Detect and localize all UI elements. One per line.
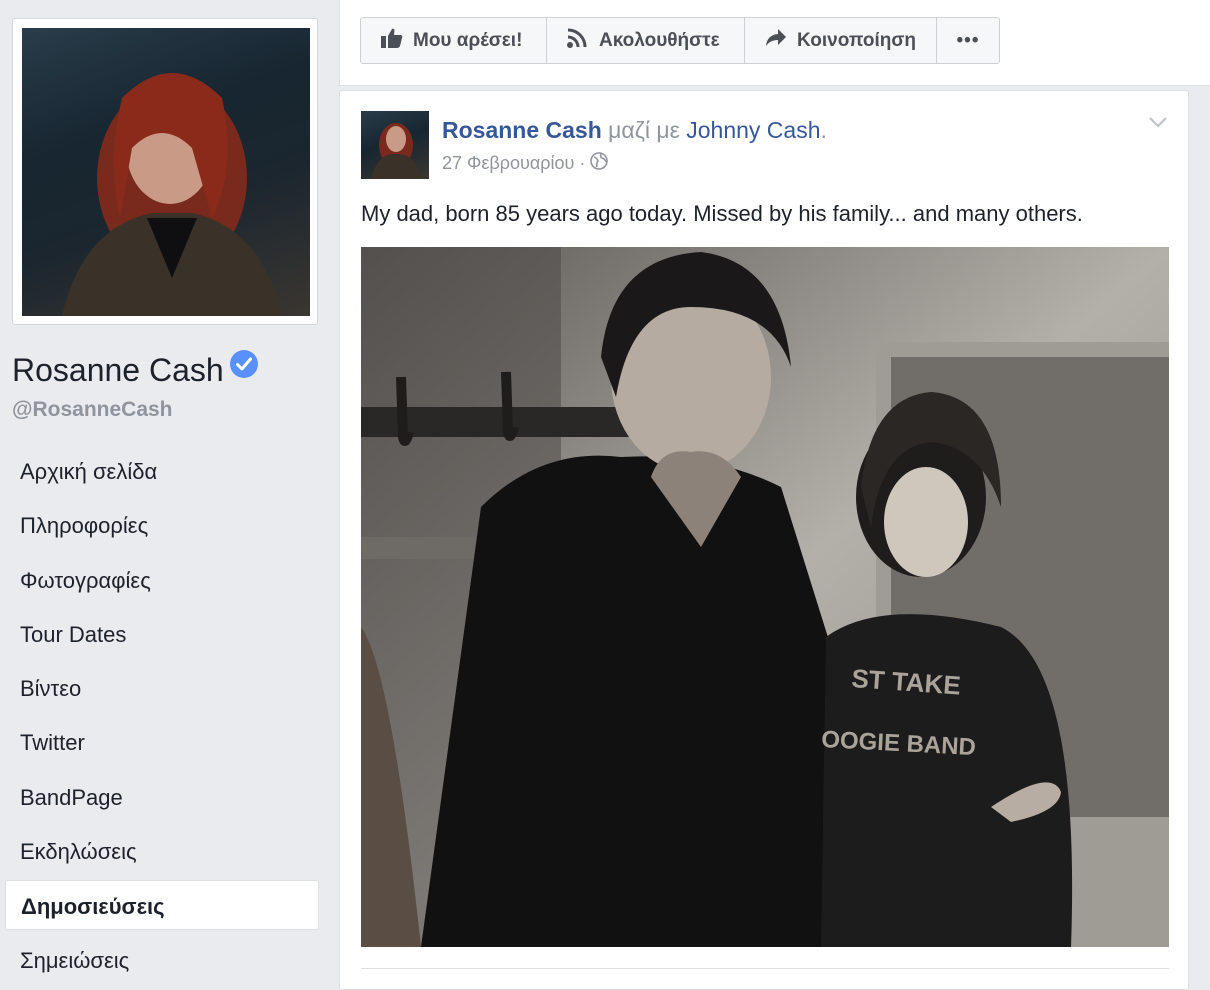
follow-label: Ακολουθήστε	[599, 29, 720, 51]
header-period: .	[820, 117, 827, 143]
globe-icon[interactable]	[590, 152, 609, 175]
page-title: Rosanne Cash	[12, 350, 258, 389]
profile-picture-frame[interactable]	[12, 18, 318, 325]
nav-item-events[interactable]: Εκδηλώσεις	[5, 826, 319, 876]
nav-item-tour-dates[interactable]: Tour Dates	[5, 609, 319, 659]
post-meta: 27 Φεβρουαρίου ·	[442, 152, 609, 175]
like-button[interactable]: Μου αρέσει!	[360, 17, 547, 64]
more-icon: •••	[956, 29, 980, 51]
page-action-bar: Μου αρέσει! Ακολουθήστε Κοινοποίηση •••	[339, 0, 1210, 86]
post-header: Rosanne Cash μαζί με Johnny Cash.	[442, 117, 827, 144]
post-author-avatar[interactable]	[361, 111, 429, 179]
tagged-person-link[interactable]: Johnny Cash	[686, 117, 820, 143]
meta-separator: ·	[579, 153, 586, 173]
with-text: μαζί με	[608, 117, 680, 143]
post-message: My dad, born 85 years ago today. Missed …	[361, 201, 1083, 226]
like-label: Μου αρέσει!	[413, 29, 523, 51]
verified-check-icon	[229, 350, 258, 378]
nav-item-about[interactable]: Πληροφορίες	[5, 500, 319, 550]
share-label: Κοινοποίηση	[797, 29, 916, 51]
post-timestamp[interactable]: 27 Φεβρουαρίου	[442, 153, 574, 174]
post-divider	[361, 968, 1169, 969]
nav-item-videos[interactable]: Βίντεο	[5, 663, 319, 713]
action-button-group: Μου αρέσει! Ακολουθήστε Κοινοποίηση •••	[360, 17, 1000, 64]
post-photo[interactable]: ST TAKE OOGIE BAND	[361, 247, 1169, 947]
left-column: Rosanne Cash @RosanneCash Αρχική σελίδα …	[0, 0, 338, 974]
thumbs-up-icon	[381, 28, 403, 54]
share-button[interactable]: Κοινοποίηση	[744, 17, 937, 64]
profile-picture[interactable]	[22, 28, 310, 316]
nav-item-notes[interactable]: Σημειώσεις	[5, 935, 319, 985]
page-nav: Αρχική σελίδα Πληροφορίες Φωτογραφίες To…	[5, 446, 319, 989]
post-card: Rosanne Cash μαζί με Johnny Cash. 27 Φεβ…	[339, 90, 1189, 990]
chevron-down-icon[interactable]	[1148, 115, 1168, 133]
page-handle[interactable]: @RosanneCash	[12, 398, 173, 422]
nav-item-photos[interactable]: Φωτογραφίες	[5, 555, 319, 605]
more-button[interactable]: •••	[936, 17, 1000, 64]
nav-item-bandpage[interactable]: BandPage	[5, 772, 319, 822]
rss-icon	[567, 28, 589, 54]
follow-button[interactable]: Ακολουθήστε	[546, 17, 745, 64]
post-author-link[interactable]: Rosanne Cash	[442, 117, 602, 143]
nav-item-posts[interactable]: Δημοσιεύσεις	[5, 880, 319, 931]
page-name: Rosanne Cash	[12, 352, 224, 388]
nav-item-home[interactable]: Αρχική σελίδα	[5, 446, 319, 496]
share-arrow-icon	[765, 28, 787, 54]
nav-item-twitter[interactable]: Twitter	[5, 717, 319, 767]
